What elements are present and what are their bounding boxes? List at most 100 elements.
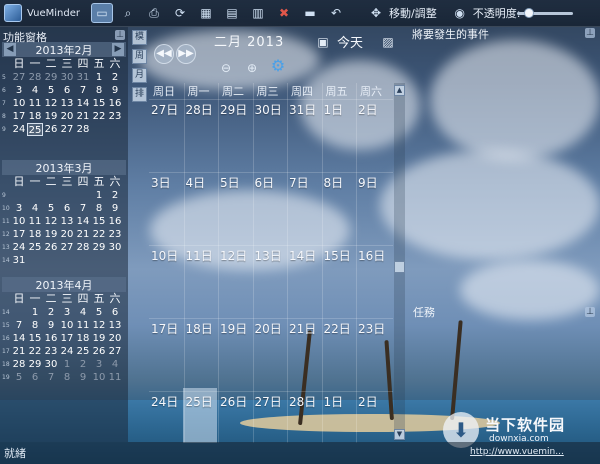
mini-day[interactable]: 19	[43, 228, 59, 241]
mini-day[interactable]: 14	[75, 215, 91, 228]
mini-day[interactable]: 16	[43, 332, 59, 345]
mini-day[interactable]: 27	[59, 123, 75, 136]
mini-day[interactable]: 24	[11, 241, 27, 254]
day-cell-number[interactable]: 21日	[289, 320, 316, 337]
day-cell-number[interactable]: 18日	[186, 320, 213, 337]
mini-day-today[interactable]: 25	[27, 123, 43, 136]
mini-day[interactable]: 12	[43, 215, 59, 228]
mini-day[interactable]: 3	[91, 358, 107, 371]
mini-day[interactable]: 4	[107, 358, 123, 371]
calendar-scrollbar[interactable]: ▲ ▼	[394, 83, 405, 441]
mini-day[interactable]: 13	[107, 319, 123, 332]
mini-day[interactable]: 3	[59, 306, 75, 319]
search-icon[interactable]: ⌕	[117, 3, 139, 23]
day-cell-number[interactable]: 19日	[220, 320, 247, 337]
mini-day[interactable]: 5	[43, 84, 59, 97]
today-button[interactable]: 今天	[337, 32, 363, 51]
day-cell-number[interactable]: 26日	[220, 393, 247, 410]
mini-day[interactable]: 21	[11, 345, 27, 358]
mini-day[interactable]: 15	[91, 215, 107, 228]
mini-day[interactable]: 22	[27, 345, 43, 358]
day-cell-number[interactable]: 27日	[255, 393, 282, 410]
mini-day[interactable]: 18	[27, 110, 43, 123]
zoom-out-icon[interactable]: ⊖	[218, 60, 234, 76]
settings-gear-icon[interactable]: ⚙	[270, 58, 286, 74]
mini-day[interactable]: 13	[59, 97, 75, 110]
mini-day[interactable]: 2	[75, 358, 91, 371]
view-tab[interactable]: 排	[132, 87, 147, 102]
mini-day[interactable]: 31	[75, 71, 91, 84]
mini-day[interactable]: 19	[91, 332, 107, 345]
scroll-thumb[interactable]	[394, 261, 405, 273]
day-cell-number[interactable]: 13日	[255, 247, 282, 264]
mini-day[interactable]: 20	[59, 228, 75, 241]
move-icon[interactable]: ✥	[365, 3, 387, 23]
mini-day[interactable]: 15	[27, 332, 43, 345]
mini-day[interactable]: 6	[107, 306, 123, 319]
mini-day[interactable]: 1	[91, 189, 107, 202]
mini-day[interactable]: 24	[59, 345, 75, 358]
mini-day[interactable]: 26	[91, 345, 107, 358]
mini-day[interactable]: 29	[43, 71, 59, 84]
camera-icon[interactable]: ▣	[315, 34, 331, 50]
mini-day[interactable]: 3	[11, 202, 27, 215]
day-cell-number[interactable]: 30日	[255, 101, 282, 118]
picture-icon[interactable]: ▦	[195, 3, 217, 23]
mini-day[interactable]: 30	[43, 358, 59, 371]
move-adjust-button[interactable]: 移動/調整	[389, 5, 437, 21]
mini-day[interactable]: 7	[75, 202, 91, 215]
mini-day[interactable]: 25	[75, 345, 91, 358]
day-cell-number[interactable]: 10日	[151, 247, 178, 264]
mini-day[interactable]: 22	[91, 110, 107, 123]
mini-day[interactable]: 18	[75, 332, 91, 345]
day-cell-number[interactable]: 20日	[255, 320, 282, 337]
mini-day[interactable]: 6	[59, 84, 75, 97]
next-month-icon[interactable]: ▶	[112, 43, 124, 56]
mini-day[interactable]: 5	[43, 202, 59, 215]
mini-day[interactable]: 6	[27, 371, 43, 384]
mini-day[interactable]: 9	[75, 371, 91, 384]
mini-day[interactable]: 28	[75, 123, 91, 136]
day-cell-number[interactable]: 27日	[151, 101, 178, 118]
mini-day[interactable]: 7	[11, 319, 27, 332]
mini-day[interactable]: 16	[107, 215, 123, 228]
scroll-up-icon[interactable]: ▲	[394, 85, 405, 96]
image-icon[interactable]: ▨	[380, 34, 396, 50]
mini-day[interactable]: 28	[11, 358, 27, 371]
folder-icon[interactable]: ▬	[299, 3, 321, 23]
pin-icon[interactable]: ⊥	[585, 28, 595, 38]
mini-day[interactable]: 20	[107, 332, 123, 345]
mini-day[interactable]: 8	[59, 371, 75, 384]
prev-month-icon[interactable]: ◀	[4, 43, 16, 56]
mini-day[interactable]: 23	[43, 345, 59, 358]
day-cell-number[interactable]: 25日	[186, 393, 213, 410]
mini-day[interactable]: 11	[27, 97, 43, 110]
day-cell-number[interactable]: 2日	[358, 101, 378, 118]
mini-day[interactable]: 1	[91, 71, 107, 84]
mini-day[interactable]: 26	[43, 241, 59, 254]
pin-icon[interactable]: ⊥	[585, 307, 595, 317]
day-cell-number[interactable]: 17日	[151, 320, 178, 337]
day-cell-number[interactable]: 14日	[289, 247, 316, 264]
zoom-in-icon[interactable]: ⊕	[244, 60, 260, 76]
opacity-slider-thumb[interactable]	[523, 8, 534, 18]
mini-day[interactable]: 26	[43, 123, 59, 136]
mini-day[interactable]: 1	[59, 358, 75, 371]
mini-day[interactable]: 6	[59, 202, 75, 215]
chat-icon[interactable]: ▭	[91, 3, 113, 23]
notes-icon[interactable]: ▥	[247, 3, 269, 23]
undo-icon[interactable]: ↶	[325, 3, 347, 23]
mini-day[interactable]: 30	[107, 241, 123, 254]
mini-day[interactable]: 9	[43, 319, 59, 332]
mini-day[interactable]: 9	[107, 202, 123, 215]
mini-day[interactable]: 18	[27, 228, 43, 241]
mini-day[interactable]: 3	[11, 84, 27, 97]
mini-day[interactable]: 12	[91, 319, 107, 332]
day-cell-number[interactable]: 11日	[186, 247, 213, 264]
day-cell-number[interactable]: 12日	[220, 247, 247, 264]
day-cell-number[interactable]: 1日	[324, 393, 344, 410]
mini-day[interactable]: 14	[11, 332, 27, 345]
day-cell-number[interactable]: 4日	[186, 174, 206, 191]
pin-icon[interactable]: ⊥	[115, 30, 125, 40]
mini-day[interactable]: 8	[91, 84, 107, 97]
